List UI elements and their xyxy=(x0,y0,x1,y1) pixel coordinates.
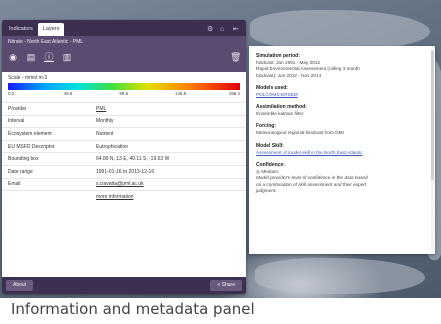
scale-tick: 99.6 xyxy=(119,91,129,96)
meta-value: 64.89 N, 13 E, 40.11 S, -19.63 W xyxy=(90,152,246,166)
scale-label: Scale - mmol m-3 xyxy=(8,75,48,81)
info-section: Confidence: ◎ Medium Model provider's le… xyxy=(256,162,429,194)
scrollbar-track[interactable] xyxy=(431,50,434,250)
scrollbar-thumb[interactable] xyxy=(431,50,434,180)
chart-icon[interactable]: ▥ xyxy=(62,52,72,62)
meta-key: Ecosystem element xyxy=(2,127,90,141)
about-button[interactable]: About xyxy=(6,280,34,291)
info-text: hindcast): Jun 2012 - Nov 2013 xyxy=(256,72,322,78)
tab-indicators[interactable]: Indicators xyxy=(4,23,38,36)
table-row: more information xyxy=(2,190,246,204)
meta-key: Bounding box xyxy=(2,152,90,166)
share-button[interactable]: < Share xyxy=(210,280,242,291)
scale-tick: 148.8 xyxy=(175,91,187,96)
scale-tick: 0.2 xyxy=(8,91,15,96)
scale-tick: 198.4 xyxy=(228,91,240,96)
info-heading: Confidence: xyxy=(256,162,285,169)
document-icon[interactable]: ▤ xyxy=(26,52,36,62)
tab-layers[interactable]: Layers xyxy=(37,23,65,36)
scale-ticks: 0.2 49.8 99.6 148.8 198.4 xyxy=(8,91,240,98)
metadata-table: Provider PML Interval Monthly Ecosystem … xyxy=(2,102,246,204)
info-section: Forcing: Meteorological regional hindcas… xyxy=(256,123,429,136)
table-row: Interval Monthly xyxy=(2,114,246,128)
scale-gradient-bar xyxy=(8,83,240,90)
table-row: Provider PML xyxy=(2,102,246,116)
info-text: Meteorological regional hindcast from DM… xyxy=(256,130,344,136)
info-heading: Assimilation method: xyxy=(256,104,307,111)
meta-value: Nutrient xyxy=(90,127,246,141)
provider-link[interactable]: PML xyxy=(90,102,246,116)
info-text: judgment. xyxy=(256,187,277,193)
meta-key xyxy=(2,190,90,204)
layer-toolbar: ◉ ▤ ⓘ ▥ xyxy=(8,52,72,62)
info-card: Simulation period: hindcast: Jan 1991 - … xyxy=(249,46,435,254)
table-row: Date range 1991-01-16 to 2013-12-16 xyxy=(2,164,246,179)
layer-title: Nitrate - North East Atlantic - PML xyxy=(8,39,84,45)
table-row: EU MSFD Descriptor Eutrophication xyxy=(2,139,246,153)
panel-footer: About < Share xyxy=(2,277,246,294)
collapse-icon[interactable]: ⇤ xyxy=(233,26,240,33)
info-icon[interactable]: ⓘ xyxy=(44,52,54,62)
email-link[interactable]: s.ciavatta@pml.ac.uk xyxy=(90,177,246,191)
meta-key: EU MSFD Descriptor xyxy=(2,139,90,153)
meta-key: Interval xyxy=(2,114,90,128)
meta-key: Date range xyxy=(2,164,90,179)
confidence-level: Medium xyxy=(261,169,279,175)
info-heading: Simulation period: xyxy=(256,53,300,59)
model-skill-link[interactable]: Assessment of model skill in the North E… xyxy=(256,150,429,156)
model-link[interactable]: POLCOMS-ERSEM xyxy=(256,92,429,98)
color-scale: Scale - mmol m-3 0.2 49.8 99.6 148.8 198… xyxy=(2,72,246,100)
trash-icon[interactable]: 🗑 xyxy=(230,52,241,62)
info-heading: Forcing: xyxy=(256,123,276,130)
meta-value: Monthly xyxy=(90,114,246,128)
scale-tick: 49.8 xyxy=(63,91,73,96)
layers-panel: Indicators Layers ⚙ ⌂ ⇤ Nitrate - North … xyxy=(2,20,246,294)
meta-key: Email xyxy=(2,177,90,191)
info-section: Models used: POLCOMS-ERSEM xyxy=(256,85,429,98)
info-text: Ensemble kalman filter xyxy=(256,111,304,117)
info-heading: Model Skill: xyxy=(256,142,284,149)
tab-bar-tools: ⚙ ⌂ ⇤ xyxy=(207,26,246,36)
more-information-link[interactable]: more information xyxy=(90,190,246,204)
table-row: Ecosystem element Nutrient xyxy=(2,127,246,141)
meta-key: Provider xyxy=(2,102,90,116)
info-heading: Models used: xyxy=(256,84,288,91)
info-section: Assimilation method: Ensemble kalman fil… xyxy=(256,104,429,117)
figure-caption: Information and metadata panel xyxy=(11,300,255,318)
home-icon[interactable]: ⌂ xyxy=(220,26,227,33)
eye-icon[interactable]: ◉ xyxy=(8,52,18,62)
info-section: Model Skill: Assessment of model skill i… xyxy=(256,143,429,156)
table-row: Email s.ciavatta@pml.ac.uk xyxy=(2,177,246,191)
settings-icon[interactable]: ⚙ xyxy=(207,26,214,33)
meta-value: 1991-01-16 to 2013-12-16 xyxy=(90,164,246,179)
table-row: Bounding box 64.89 N, 13 E, 40.11 S, -19… xyxy=(2,152,246,166)
map-landmass xyxy=(250,10,430,50)
info-section: Simulation period: hindcast: Jan 1991 - … xyxy=(256,53,429,79)
map-landmass xyxy=(255,258,425,294)
layer-header: Nitrate - North East Atlantic - PML ◉ ▤ … xyxy=(2,36,246,72)
meta-value: Eutrophication xyxy=(90,139,246,153)
tab-bar: Indicators Layers ⚙ ⌂ ⇤ xyxy=(2,20,246,36)
